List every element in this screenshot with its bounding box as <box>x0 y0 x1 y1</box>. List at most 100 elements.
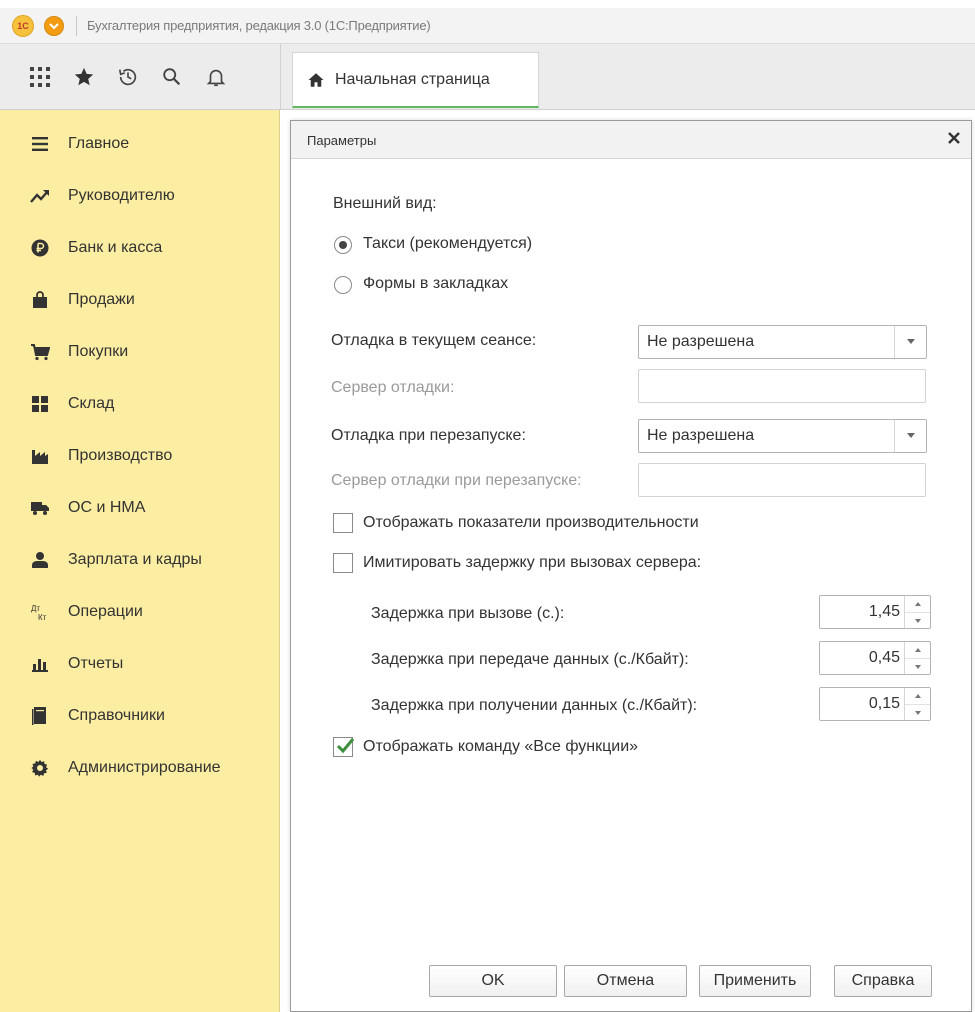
books-icon <box>28 704 52 728</box>
debug-restart-server-input[interactable] <box>638 463 926 497</box>
checkmark-icon <box>336 738 355 754</box>
app-logo: 1С <box>12 14 34 37</box>
debug-session-label: Отладка в текущем сеансе: <box>331 332 537 349</box>
spin-down-icon[interactable] <box>905 704 930 720</box>
warehouse-icon <box>28 392 52 416</box>
radio-taxi[interactable] <box>334 236 352 254</box>
debug-restart-select[interactable]: Не разрешена <box>638 419 927 453</box>
main-menu-button[interactable] <box>44 15 64 36</box>
appearance-label: Внешний вид: <box>333 195 437 212</box>
simulate-delay-checkbox[interactable] <box>333 553 353 573</box>
spin-down-icon[interactable] <box>905 658 930 674</box>
truck-icon <box>28 496 52 520</box>
bar-chart-icon <box>28 652 52 676</box>
top-toolbar: Начальная страница <box>0 44 975 110</box>
sidebar-item-label: Отчеты <box>68 655 124 672</box>
sidebar-item-administration[interactable]: Администрирование <box>0 742 280 794</box>
sidebar-item-label: Руководителю <box>68 187 175 204</box>
sidebar-item-label: Зарплата и кадры <box>68 551 202 568</box>
sidebar-item-bank[interactable]: Банк и касса <box>0 222 280 274</box>
gear-icon <box>28 756 52 780</box>
svg-text:Кт: Кт <box>38 613 47 622</box>
debug-session-select[interactable]: Не разрешена <box>638 325 927 359</box>
debug-restart-value: Не разрешена <box>647 427 755 444</box>
sidebar-item-label: Покупки <box>68 343 129 360</box>
delay-send-stepper[interactable]: 0,45 <box>819 641 931 675</box>
sidebar-item-warehouse[interactable]: Склад <box>0 378 280 430</box>
chevron-down-icon <box>49 22 59 29</box>
cart-icon <box>28 340 52 364</box>
search-icon[interactable] <box>150 57 194 97</box>
debug-restart-server-label: Сервер отладки при перезапуске: <box>331 472 582 489</box>
apps-grid-icon[interactable] <box>18 57 62 97</box>
close-icon <box>948 132 960 144</box>
debug-server-label: Сервер отладки: <box>331 379 455 396</box>
delay-recv-value: 0,15 <box>868 695 900 712</box>
sidebar-item-salary[interactable]: Зарплата и кадры <box>0 534 280 586</box>
sidebar-item-label: Администрирование <box>68 759 221 776</box>
sidebar-item-production[interactable]: Производство <box>0 430 280 482</box>
all-functions-checkbox[interactable] <box>333 737 355 757</box>
spin-up-icon[interactable] <box>905 688 930 704</box>
sidebar-item-label: Склад <box>68 395 115 412</box>
home-icon <box>308 72 324 87</box>
delay-recv-stepper[interactable]: 0,15 <box>819 687 931 721</box>
sidebar-item-label: Главное <box>68 135 130 152</box>
trend-icon <box>28 184 52 208</box>
sidebar-item-fixed-assets[interactable]: ОС и НМА <box>0 482 280 534</box>
radio-taxi-label[interactable]: Такси (рекомендуется) <box>363 235 532 253</box>
help-button[interactable]: Справка <box>834 965 932 997</box>
sidebar-item-label: Банк и касса <box>68 239 163 256</box>
sidebar-item-catalogs[interactable]: Справочники <box>0 690 280 742</box>
star-icon[interactable] <box>62 57 106 97</box>
radio-tabs[interactable] <box>334 276 352 294</box>
sidebar-item-operations[interactable]: Дт Кт Операции <box>0 586 280 638</box>
bag-icon <box>28 288 52 312</box>
spin-up-icon[interactable] <box>905 596 930 612</box>
delay-recv-label: Задержка при получении данных (с./Кбайт)… <box>371 697 698 714</box>
tab-home-page[interactable]: Начальная страница <box>292 52 539 108</box>
delay-call-label: Задержка при вызове (с.): <box>371 605 565 622</box>
chevron-down-icon[interactable] <box>894 326 926 358</box>
chevron-down-icon[interactable] <box>894 420 926 452</box>
delay-call-stepper[interactable]: 1,45 <box>819 595 931 629</box>
sections-sidebar: Главное Руководителю Банк и касса Продаж… <box>0 110 280 1012</box>
sidebar-item-label: Справочники <box>68 707 165 724</box>
title-separator <box>76 15 77 36</box>
ok-button[interactable]: OK <box>429 965 557 997</box>
toolbar-divider <box>280 44 281 110</box>
svg-text:Дт: Дт <box>31 604 40 613</box>
window-title-bar: 1С Бухгалтерия предприятия, редакция 3.0… <box>0 8 975 44</box>
bell-icon[interactable] <box>194 57 238 97</box>
menu-lines-icon <box>28 132 52 156</box>
apply-button[interactable]: Применить <box>699 965 811 997</box>
delay-call-value: 1,45 <box>868 603 900 620</box>
sidebar-item-reports[interactable]: Отчеты <box>0 638 280 690</box>
debug-session-value: Не разрешена <box>647 333 755 350</box>
person-icon <box>28 548 52 572</box>
sidebar-item-purchases[interactable]: Покупки <box>0 326 280 378</box>
debug-restart-label: Отладка при перезапуске: <box>331 427 526 444</box>
sidebar-item-label: Продажи <box>68 291 135 308</box>
radio-tabs-label[interactable]: Формы в закладках <box>363 275 508 293</box>
spin-down-icon[interactable] <box>905 612 930 628</box>
all-functions-label[interactable]: Отображать команду «Все функции» <box>363 738 638 756</box>
sidebar-item-main[interactable]: Главное <box>0 118 280 170</box>
home-tab-label: Начальная страница <box>335 70 490 88</box>
factory-icon <box>28 444 52 468</box>
sidebar-item-label: Операции <box>68 603 143 620</box>
cancel-button[interactable]: Отмена <box>564 965 687 997</box>
dialog-header: Параметры <box>291 121 971 159</box>
dialog-title: Параметры <box>307 133 377 148</box>
history-icon[interactable] <box>106 57 150 97</box>
close-button[interactable] <box>943 127 965 149</box>
sidebar-item-manager[interactable]: Руководителю <box>0 170 280 222</box>
show-perf-checkbox[interactable] <box>333 513 353 533</box>
sidebar-item-sales[interactable]: Продажи <box>0 274 280 326</box>
debug-server-input[interactable] <box>638 369 926 403</box>
spin-up-icon[interactable] <box>905 642 930 658</box>
simulate-delay-label[interactable]: Имитировать задержку при вызовах сервера… <box>363 554 701 572</box>
show-perf-label[interactable]: Отображать показатели производительности <box>363 514 699 532</box>
parameters-dialog: Параметры Внешний вид: Такси (рекомендуе… <box>290 120 972 1012</box>
ruble-icon <box>28 236 52 260</box>
